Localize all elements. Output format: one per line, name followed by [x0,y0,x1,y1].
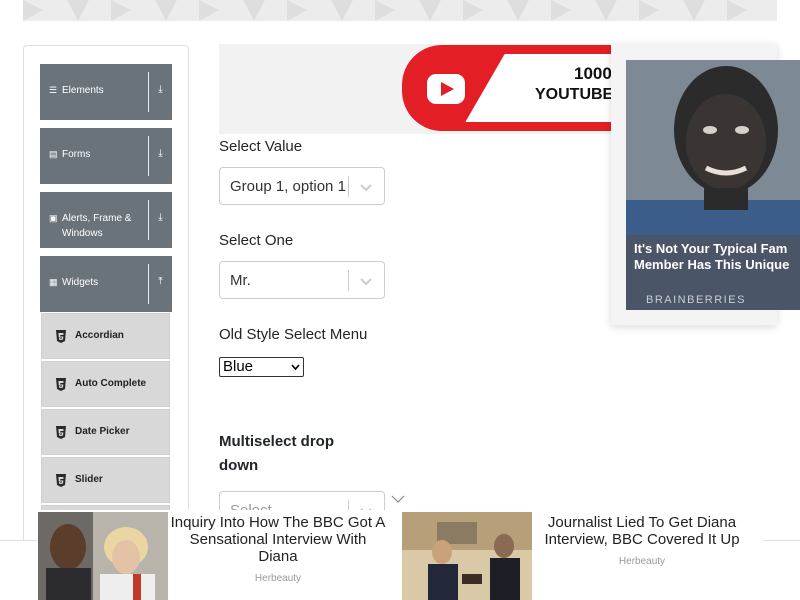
select-one-label: Select One [219,232,294,249]
sidebar-group-alerts[interactable]: ▣ Alerts, Frame & Windows ⤓ [40,192,172,248]
ad-title-line: Member Has This Unique [634,257,790,272]
ad-text: 1000 [574,64,612,83]
youtube-ad-banner[interactable]: 1000 YOUTUBE V [219,44,639,134]
sidebar-group-label: Forms [62,149,91,160]
sidebar-item-label: Accordian [75,330,124,341]
sidebar-group-label: Alerts, Frame & [62,213,132,224]
bottom-ad-content: Inquiry Into How The BBC Got A Sensation… [37,510,763,600]
sidebar-item-date-picker[interactable]: Date Picker [41,409,170,455]
old-style-select-label: Old Style Select Menu [219,326,368,343]
form-icon: ▤ [49,149,58,159]
multiselect-label-line: Multiselect drop [219,433,335,450]
html5-icon [56,330,66,343]
old-style-select-menu[interactable]: Blue [219,357,304,377]
sidebar-item-label: Date Picker [75,426,130,437]
ad-title: It's Not Your Typical Fam Member Has Thi… [634,241,800,273]
ad-title-line: It's Not Your Typical Fam [634,241,788,256]
brainberries-ad[interactable]: It's Not Your Typical Fam Member Has Thi… [611,44,800,325]
download-arrow-icon: ⤓ [158,212,163,223]
sidebar-group-label: Elements [62,85,104,96]
chevron-down-icon [291,364,300,371]
html5-icon [56,378,66,391]
select-value-dropdown[interactable]: Group 1, option 1 [219,167,385,205]
ad-image-card: It's Not Your Typical Fam Member Has Thi… [626,60,800,310]
chevron-down-icon [360,278,372,286]
selected-value: Group 1, option 1 [230,178,346,195]
download-arrow-icon: ⤓ [158,84,163,95]
selected-value: Blue [223,358,254,375]
divider [348,176,349,197]
ad-source: BRAINBERRIES [646,294,746,306]
ad-thumbnail[interactable] [38,512,168,600]
youtube-play-icon [427,74,465,104]
sidebar-group-forms[interactable]: ▤ Forms ⤓ [40,128,172,184]
sidebar-item-label: Auto Complete [75,378,147,389]
sidebar-item-accordian[interactable]: Accordian [41,313,170,359]
chevron-down-icon [391,495,405,503]
list-icon: ☰ [49,85,58,95]
sidebar-item-label: Slider [75,474,103,485]
download-arrow-icon: ⤓ [158,148,163,159]
header-banner [23,0,777,21]
ad-photo [626,60,800,235]
sidebar-group-elements[interactable]: ☰ Elements ⤓ [40,64,172,120]
sidebar-group-label: Windows [62,228,103,239]
select-one-dropdown[interactable]: Mr. [219,261,385,299]
ad-source: Herbeauty [254,573,302,584]
multiselect-label-line: down [219,457,259,474]
page: ☰ Elements ⤓ ▤ Forms ⤓ ▣ Alerts, Frame &… [0,0,800,600]
selected-value: Mr. [230,272,251,289]
upload-arrow-icon: ⤒ [158,276,163,287]
sidebar-item-auto-complete[interactable]: Auto Complete [41,361,170,407]
ad-thumbnail[interactable] [402,512,532,600]
window-icon: ▣ [49,213,58,223]
select-value-label: Select Value [219,138,303,155]
ad-title[interactable]: Inquiry Into How The BBC Got A Sensation… [170,514,386,565]
grid-icon: ▦ [49,277,58,287]
html5-icon [56,426,66,439]
divider [348,270,349,291]
ad-source: Herbeauty [618,556,666,567]
multiselect-label: Multiselect drop down [219,430,334,478]
chevron-down-icon [360,184,372,192]
sidebar-group-label: Widgets [62,277,99,288]
ad-title[interactable]: Journalist Lied To Get Diana Interview, … [533,514,751,548]
sidebar-item-slider[interactable]: Slider [41,457,170,503]
sidebar-group-widgets[interactable]: ▦ Widgets ⤒ [40,256,172,312]
html5-icon [56,474,66,487]
